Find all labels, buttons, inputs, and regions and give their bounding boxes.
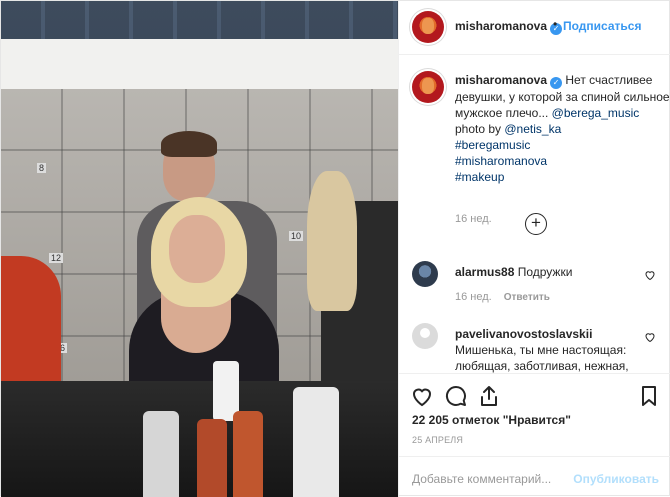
photo-bottle <box>293 387 339 497</box>
share-icon[interactable] <box>477 384 501 408</box>
comment-username[interactable]: alarmus88 <box>455 265 514 279</box>
comment-meta: 16 нед. Ответить <box>455 291 550 303</box>
comment-time[interactable]: 16 нед. <box>455 291 492 303</box>
locker-number: 10 <box>289 231 304 241</box>
author-avatar[interactable] <box>412 11 444 43</box>
heart-icon[interactable] <box>644 331 656 343</box>
caption-time[interactable]: 16 нед. <box>455 213 492 225</box>
photo-bottle <box>233 411 263 497</box>
caption-hashtag[interactable]: #beregamusic <box>455 137 670 153</box>
post-date[interactable]: 25 АПРЕЛЯ <box>412 435 463 445</box>
comment-body: pavelivanovostoslavskii Мишенька, ты мне… <box>455 326 640 373</box>
post-side-panel: misharomanova ✓ • Подписаться misharomano… <box>398 1 670 497</box>
caption-mention[interactable]: @berega_music <box>552 106 640 120</box>
photo-window <box>1 1 398 39</box>
photo-bottle <box>143 411 179 497</box>
follow-button[interactable]: Подписаться <box>563 19 641 33</box>
comment-avatar[interactable] <box>412 323 438 349</box>
add-comment-bar: Добавьте комментарий... Опубликовать <box>399 456 670 497</box>
comment-text: Подружки <box>517 265 573 279</box>
comment-input[interactable]: Добавьте комментарий... <box>412 472 551 486</box>
comment-username[interactable]: pavelivanovostoslavskii <box>455 327 592 341</box>
bookmark-icon[interactable] <box>637 384 661 408</box>
comment-text: Мишенька, ты мне настоящая: любящая, заб… <box>455 343 629 373</box>
comment-icon[interactable] <box>444 384 468 408</box>
caption-avatar[interactable] <box>412 71 444 103</box>
locker-number: 12 <box>49 253 64 263</box>
comments-list[interactable]: misharomanova ✓ Нет счастливее девушки, у… <box>399 55 670 373</box>
author-username[interactable]: misharomanova <box>455 19 547 33</box>
plus-circle-icon[interactable]: + <box>525 213 547 235</box>
post-header: misharomanova ✓ • Подписаться <box>399 1 670 55</box>
comment-body: alarmus88 Подружки <box>455 264 640 280</box>
caption-photo-by: photo by <box>455 122 505 136</box>
heart-icon[interactable] <box>410 384 434 408</box>
photo-man-hair <box>161 131 217 157</box>
caption-body: misharomanova ✓ Нет счастливее девушки, у… <box>455 72 670 185</box>
reply-button[interactable]: Ответить <box>504 292 550 303</box>
caption-username[interactable]: misharomanova <box>455 73 547 87</box>
author-username-wrap: misharomanova ✓ <box>455 19 563 35</box>
photo-stylist-hair <box>307 171 357 311</box>
caption-mention[interactable]: @netis_ka <box>504 122 561 136</box>
instagram-post: 8 12 10 16 20 misharomanova✓ • Под <box>0 0 670 497</box>
post-photo[interactable]: 8 12 10 16 20 <box>1 1 398 497</box>
photo-bottle <box>197 419 227 497</box>
locker-number: 8 <box>37 163 47 173</box>
comment-avatar[interactable] <box>412 261 438 287</box>
photo-woman-face <box>169 215 225 283</box>
publish-button[interactable]: Опубликовать <box>573 472 659 486</box>
caption-hashtag[interactable]: #makeup <box>455 169 670 185</box>
likes-count[interactable]: 22 205 отметок "Нравится" <box>412 413 571 427</box>
verified-badge-icon: ✓ <box>550 77 563 89</box>
heart-icon[interactable] <box>644 269 656 281</box>
separator-dot: • <box>553 17 558 31</box>
caption-hashtag[interactable]: #misharomanova <box>455 153 670 169</box>
